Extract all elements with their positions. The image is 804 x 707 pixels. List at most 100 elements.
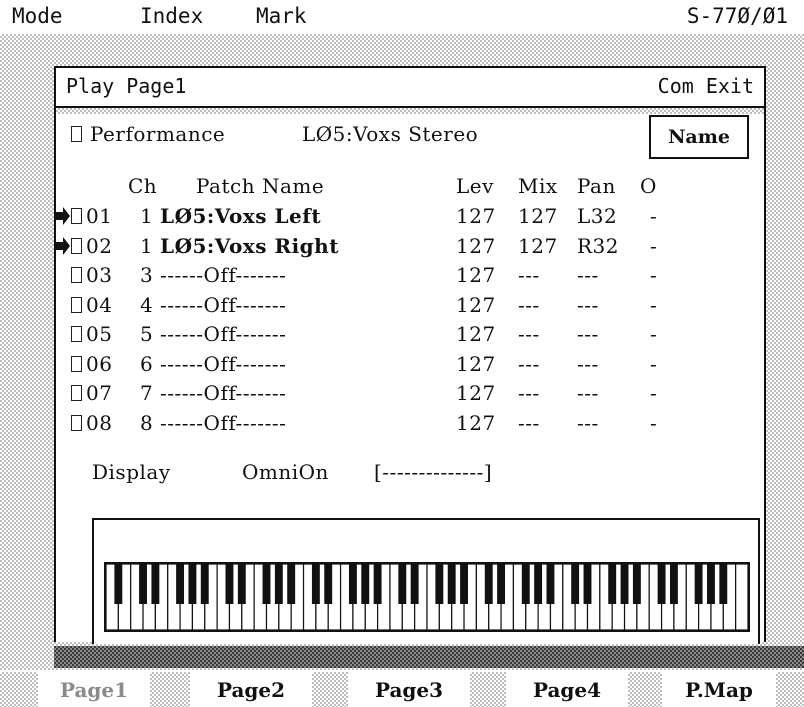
tab-separator: [628, 672, 662, 707]
black-key[interactable]: [361, 564, 370, 604]
black-key[interactable]: [460, 564, 468, 604]
black-key[interactable]: [151, 564, 160, 604]
black-key[interactable]: [410, 564, 419, 604]
row-checkbox[interactable]: [71, 237, 82, 254]
row-patch-name[interactable]: ------Off-------: [160, 293, 286, 317]
black-key[interactable]: [114, 564, 123, 604]
black-key[interactable]: [176, 564, 185, 604]
black-key[interactable]: [398, 564, 407, 604]
row-output: -: [650, 322, 658, 346]
keyboard[interactable]: [104, 562, 750, 632]
row-pan: L32: [577, 204, 618, 228]
black-key[interactable]: [274, 564, 283, 604]
row-checkbox[interactable]: [71, 208, 82, 224]
black-key[interactable]: [484, 564, 493, 604]
row-patch-name[interactable]: ------Off-------: [160, 263, 286, 287]
com-exit-button[interactable]: Com Exit: [658, 74, 754, 98]
row-checkbox[interactable]: [71, 414, 82, 431]
tab-page1[interactable]: Page1: [38, 672, 150, 707]
black-key[interactable]: [583, 564, 592, 604]
row-output: -: [650, 410, 658, 435]
black-key[interactable]: [694, 564, 703, 604]
tab-page4[interactable]: Page4: [506, 672, 628, 707]
menu-mode[interactable]: Mode: [12, 4, 63, 28]
row-patch-name[interactable]: ------Off-------: [160, 381, 286, 405]
black-key[interactable]: [237, 564, 246, 604]
row-number: 05: [86, 322, 113, 346]
black-key[interactable]: [324, 564, 333, 604]
black-key[interactable]: [521, 564, 530, 604]
white-key[interactable]: [735, 563, 749, 631]
row-channel: 1: [140, 233, 154, 258]
row-channel: 1: [140, 204, 154, 228]
tab-pmap[interactable]: P.Map: [662, 672, 776, 707]
black-key[interactable]: [447, 564, 456, 604]
header-lev: Lev: [456, 174, 494, 198]
row-channel: 3: [140, 263, 154, 287]
row-patch-name[interactable]: LØ5:Voxs Left: [160, 204, 321, 228]
row-checkbox[interactable]: [71, 296, 82, 313]
row-number: 06: [86, 351, 113, 376]
row-checkbox[interactable]: [71, 355, 82, 372]
row-patch-name[interactable]: ------Off-------: [160, 352, 286, 376]
black-key[interactable]: [200, 564, 209, 604]
window-titlebar: Play Page1 Com Exit: [56, 68, 764, 108]
black-key[interactable]: [657, 564, 666, 604]
keyboard-keys[interactable]: [105, 563, 749, 631]
display-label: Display: [92, 460, 171, 484]
row-checkbox[interactable]: [71, 326, 82, 342]
row-pan: ---: [577, 322, 599, 346]
black-key[interactable]: [435, 564, 444, 604]
menu-index[interactable]: Index: [140, 4, 203, 28]
black-key[interactable]: [632, 564, 641, 604]
black-key[interactable]: [719, 564, 728, 604]
row-patch-name[interactable]: LØ5:Voxs Right: [160, 234, 339, 258]
row-mix: ---: [518, 410, 540, 435]
row-output: -: [650, 292, 658, 317]
row-pan: ---: [577, 351, 599, 376]
black-key[interactable]: [262, 564, 271, 604]
menu-mark[interactable]: Mark: [256, 4, 307, 28]
window-title: Play Page1: [66, 74, 187, 98]
black-key[interactable]: [287, 564, 296, 604]
row-pan: R32: [577, 233, 620, 258]
row-channel: 5: [140, 322, 154, 346]
row-checkbox[interactable]: [71, 385, 82, 401]
title-separator: [56, 108, 764, 114]
window-bottom-stripe: [54, 646, 804, 668]
black-key[interactable]: [348, 564, 357, 604]
tab-page2[interactable]: Page2: [190, 672, 312, 707]
black-key[interactable]: [571, 564, 580, 604]
black-key[interactable]: [497, 564, 506, 604]
black-key[interactable]: [225, 564, 234, 604]
black-key[interactable]: [311, 564, 320, 604]
row-mix: ---: [518, 381, 540, 405]
row-level: 127: [456, 351, 496, 376]
row-mix: 127: [518, 233, 558, 258]
row-checkbox[interactable]: [71, 267, 82, 283]
display-mode[interactable]: OmniOn: [242, 460, 329, 484]
row-patch-name[interactable]: ------Off-------: [160, 322, 286, 346]
black-key[interactable]: [669, 564, 678, 604]
black-key[interactable]: [620, 564, 629, 604]
name-button[interactable]: Name: [649, 115, 749, 159]
row-level: 127: [456, 233, 496, 258]
black-key[interactable]: [534, 564, 543, 604]
row-number: 01: [86, 204, 113, 228]
tab-page3[interactable]: Page3: [348, 672, 470, 707]
header-o: O: [640, 174, 657, 198]
performance-checkbox[interactable]: [71, 126, 82, 142]
menu-bar: Mode Index Mark S-77Ø/Ø1: [0, 0, 804, 34]
black-key[interactable]: [188, 564, 197, 604]
row-pan: ---: [577, 410, 599, 435]
black-key[interactable]: [139, 564, 147, 604]
black-key[interactable]: [608, 564, 617, 604]
row-output: -: [650, 204, 658, 228]
model-label: S-77Ø/Ø1: [686, 4, 788, 28]
row-number: 08: [86, 410, 113, 435]
black-key[interactable]: [546, 564, 555, 604]
black-key[interactable]: [707, 564, 715, 604]
row-patch-name[interactable]: ------Off-------: [160, 411, 286, 435]
black-key[interactable]: [373, 564, 382, 604]
row-output: -: [650, 233, 658, 258]
